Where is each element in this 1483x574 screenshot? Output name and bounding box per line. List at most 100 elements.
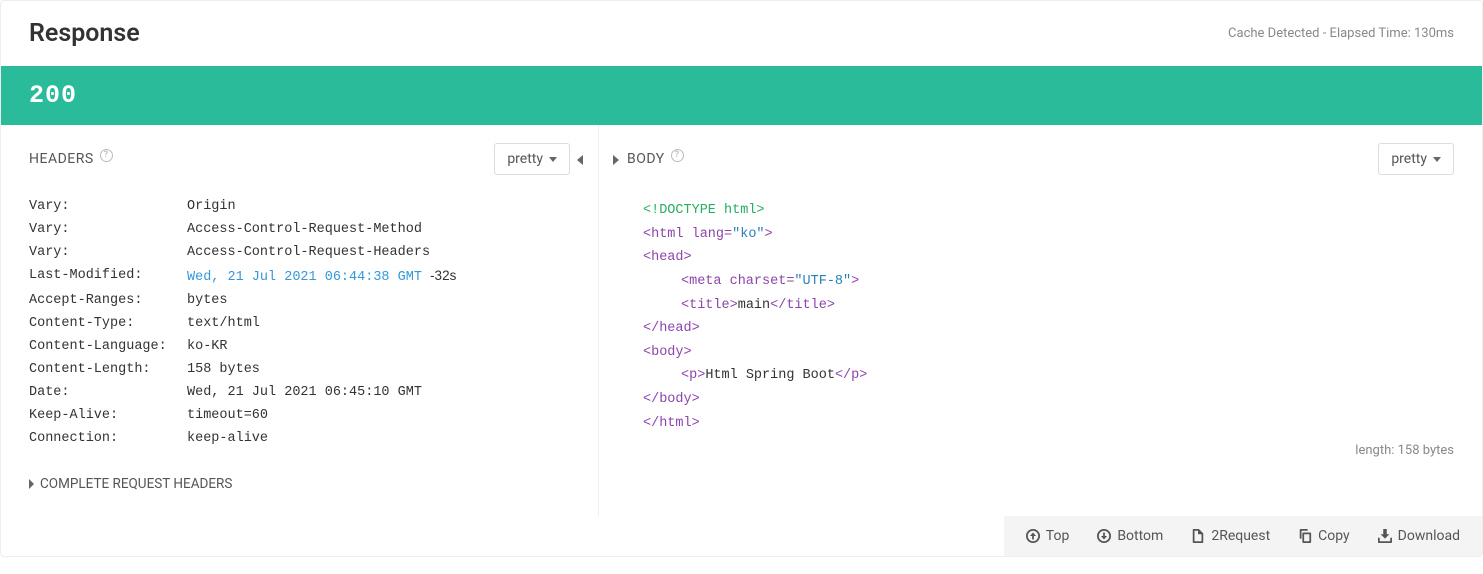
footer: Top Bottom 2Request Copy Download [1, 516, 1482, 556]
copy-icon [1298, 529, 1312, 543]
header-val: 158 bytes [187, 362, 260, 377]
code-token: charset= [730, 274, 795, 289]
header-key: Connection: [29, 431, 187, 446]
header-row: Content-Length: 158 bytes [29, 362, 570, 377]
headers-format-dropdown[interactable]: pretty [494, 143, 570, 175]
header-row: Content-Language: ko-KR [29, 339, 570, 354]
body-title-text: BODY [627, 151, 665, 167]
copy-button[interactable]: Copy [1298, 528, 1350, 544]
body-title: BODY ? [627, 151, 684, 167]
headers-panel-head: HEADERS ? pretty [29, 143, 570, 175]
header-val: Wed, 21 Jul 2021 06:45:10 GMT [187, 385, 422, 400]
code-line: <!DOCTYPE html> [643, 199, 1454, 223]
code-token: <body> [643, 345, 692, 360]
status-bar: 200 [1, 66, 1482, 125]
code-line: </head> [643, 317, 1454, 341]
bottom-button[interactable]: Bottom [1097, 528, 1163, 544]
request-button[interactable]: 2Request [1191, 528, 1270, 544]
bottom-label: Bottom [1117, 528, 1163, 544]
arrow-up-circle-icon [1026, 529, 1040, 543]
request-label: 2Request [1211, 528, 1270, 544]
header-key: Keep-Alive: [29, 408, 187, 423]
header-key: Accept-Ranges: [29, 293, 187, 308]
complete-headers-label: COMPLETE REQUEST HEADERS [40, 476, 232, 492]
header-row: Content-Type: text/html [29, 316, 570, 331]
headers-panel: HEADERS ? pretty Vary: Origin Vary: Acce… [1, 125, 599, 516]
code-token: </title> [770, 298, 835, 313]
header-key: Content-Type: [29, 316, 187, 331]
code-token: <meta [681, 274, 730, 289]
collapse-right-icon[interactable] [613, 155, 619, 165]
header-val: timeout=60 [187, 408, 268, 423]
code-token: "ko" [732, 227, 764, 242]
code-token: <p> [681, 368, 705, 383]
header-val: Access-Control-Request-Headers [187, 245, 430, 260]
header-key: Vary: [29, 199, 187, 214]
body-code: <!DOCTYPE html> <html lang="ko"> <head> … [643, 199, 1454, 435]
code-token: <title> [681, 298, 738, 313]
code-token: > [765, 227, 773, 242]
code-token: main [738, 298, 770, 313]
top-button[interactable]: Top [1026, 528, 1070, 544]
header-val: Wed, 21 Jul 2021 06:44:38 GMT -32s [187, 268, 456, 285]
header-row: Vary: Origin [29, 199, 570, 214]
download-icon [1378, 529, 1392, 543]
header-key: Content-Length: [29, 362, 187, 377]
page-title: Response [29, 19, 140, 48]
header-val: Access-Control-Request-Method [187, 222, 422, 237]
response-panel: Response Cache Detected - Elapsed Time: … [0, 0, 1483, 557]
headers-title-text: HEADERS [29, 151, 94, 167]
code-token: <head> [643, 250, 692, 265]
header-row: Accept-Ranges: bytes [29, 293, 570, 308]
header-val: text/html [187, 316, 260, 331]
help-icon[interactable]: ? [100, 149, 113, 162]
copy-label: Copy [1318, 528, 1350, 544]
header-key: Date: [29, 385, 187, 400]
code-token: </head> [643, 321, 700, 336]
complete-request-headers-toggle[interactable]: COMPLETE REQUEST HEADERS [29, 476, 570, 492]
code-token: <html [643, 227, 692, 242]
header-row: Last-Modified: Wed, 21 Jul 2021 06:44:38… [29, 268, 570, 285]
header-key: Vary: [29, 245, 187, 260]
header-val: keep-alive [187, 431, 268, 446]
caret-down-icon [549, 157, 557, 162]
code-line: </html> [643, 412, 1454, 436]
header-age-text: -32s [430, 268, 456, 283]
help-icon[interactable]: ? [671, 149, 684, 162]
code-token: </body> [643, 392, 700, 407]
header-val-link[interactable]: Wed, 21 Jul 2021 06:44:38 GMT [187, 270, 422, 285]
file-icon [1191, 529, 1205, 543]
code-line: <html lang="ko"> [643, 223, 1454, 247]
cache-info: Cache Detected - Elapsed Time: 130ms [1228, 26, 1454, 41]
collapse-left-icon[interactable] [577, 155, 583, 165]
headers-title: HEADERS ? [29, 151, 113, 167]
code-token: "UTF-8" [794, 274, 851, 289]
body-length: length: 158 bytes [627, 443, 1454, 458]
header-val: bytes [187, 293, 228, 308]
header-row: Vary: Access-Control-Request-Headers [29, 245, 570, 260]
code-line: <meta charset="UTF-8"> [643, 270, 1454, 294]
header-row: Date: Wed, 21 Jul 2021 06:45:10 GMT [29, 385, 570, 400]
download-label: Download [1398, 528, 1460, 544]
header-row: Vary: Access-Control-Request-Method [29, 222, 570, 237]
caret-down-icon [1433, 157, 1441, 162]
header-age: -32s [430, 268, 456, 283]
footer-actions: Top Bottom 2Request Copy Download [1004, 516, 1482, 556]
headers-list: Vary: Origin Vary: Access-Control-Reques… [29, 199, 570, 446]
body-format-label: pretty [1391, 151, 1427, 167]
header-key: Content-Language: [29, 339, 187, 354]
code-token: <!DOCTYPE html> [643, 203, 765, 218]
header-val: Origin [187, 199, 236, 214]
code-token: Html Spring Boot [705, 368, 835, 383]
download-button[interactable]: Download [1378, 528, 1460, 544]
code-token: lang= [692, 227, 733, 242]
code-line: <head> [643, 246, 1454, 270]
top-label: Top [1046, 528, 1070, 544]
body-format-dropdown[interactable]: pretty [1378, 143, 1454, 175]
header-row: Connection: keep-alive [29, 431, 570, 446]
code-token: </p> [835, 368, 867, 383]
panels: HEADERS ? pretty Vary: Origin Vary: Acce… [1, 125, 1482, 516]
code-token: > [851, 274, 859, 289]
arrow-down-circle-icon [1097, 529, 1111, 543]
code-line: <body> [643, 341, 1454, 365]
